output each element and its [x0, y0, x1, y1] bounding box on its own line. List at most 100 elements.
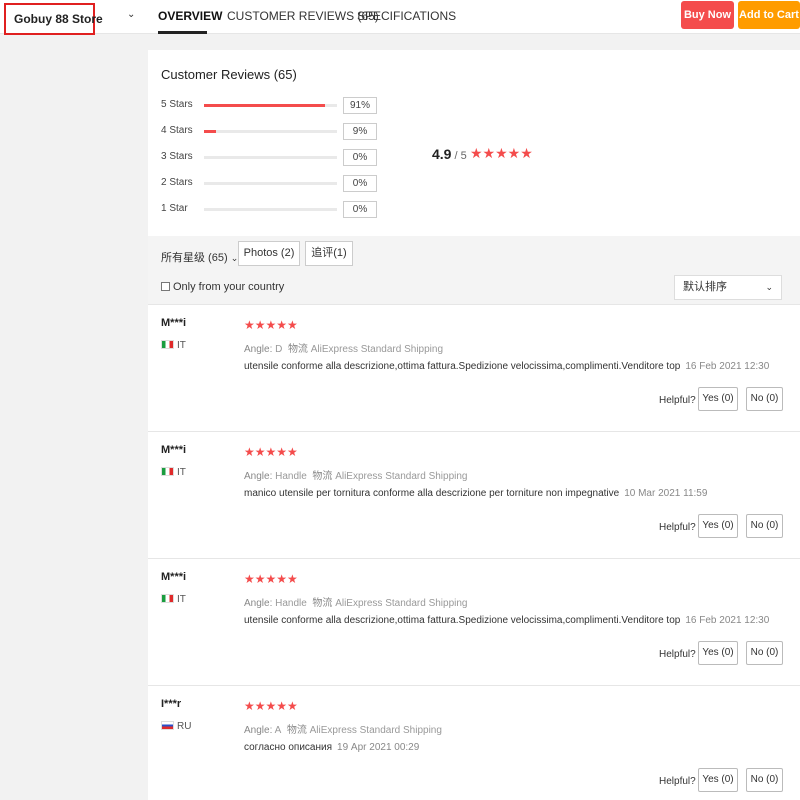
reviews-panel: Customer Reviews (65) 5 Stars 91% 4 Star… — [148, 50, 800, 800]
angle-key: Angle: — [244, 471, 273, 482]
review-text-line: utensile conforme alla descrizione,ottim… — [244, 361, 769, 372]
review-text: manico utensile per tornitura conforme a… — [244, 488, 620, 499]
rating-label: 2 Stars — [161, 177, 193, 188]
country-code: IT — [177, 340, 186, 351]
country-code: RU — [177, 721, 192, 732]
review-stars-icon: ★★★★★ — [244, 572, 298, 586]
helpful-label: Helpful? — [659, 522, 696, 533]
chevron-down-icon[interactable]: ⌄ — [127, 9, 135, 20]
tab-overview[interactable]: OVERVIEW — [158, 9, 222, 23]
score-value: 4.9 — [432, 146, 452, 162]
top-bar: Gobuy 88 Store ⌄ OVERVIEW CUSTOMER REVIE… — [0, 0, 800, 35]
shipping-value: AliExpress Standard Shipping — [310, 344, 444, 355]
reviewer-country: IT — [161, 594, 186, 605]
review-meta: Angle: D 物流 AliExpress Standard Shipping — [244, 340, 443, 355]
shipping-key: 物流 — [312, 598, 333, 609]
reviewer-name: M***i — [161, 317, 187, 329]
followup-filter-button[interactable]: 追评(1) — [305, 241, 353, 266]
shipping-value: AliExpress Standard Shipping — [335, 471, 468, 482]
angle-value: Handle — [275, 471, 307, 482]
rating-label: 3 Stars — [161, 151, 193, 162]
review-item: M***i IT ★★★★★ Angle: Handle 物流 AliExpre… — [148, 558, 800, 685]
rating-bar — [204, 104, 337, 107]
review-meta: Angle: Handle 物流 AliExpress Standard Shi… — [244, 594, 468, 609]
helpful-label: Helpful? — [659, 395, 696, 406]
reviewer-name: M***i — [161, 444, 187, 456]
review-meta: Angle: A 物流 AliExpress Standard Shipping — [244, 721, 442, 736]
buy-now-button[interactable]: Buy Now — [681, 1, 734, 29]
rating-bar — [204, 208, 337, 211]
sort-dropdown[interactable]: 默认排序 ⌄ — [674, 275, 782, 300]
review-text-line: согласно описания 19 Apr 2021 00:29 — [244, 742, 419, 753]
angle-key: Angle: — [244, 598, 273, 609]
review-text-line: utensile conforme alla descrizione,ottim… — [244, 615, 769, 626]
star-filter-dropdown[interactable]: 所有星级 (65) ⌄ — [161, 249, 238, 265]
review-text: согласно описания — [244, 742, 333, 753]
review-text: utensile conforme alla descrizione,ottim… — [244, 615, 681, 626]
sort-label: 默认排序 — [683, 281, 727, 293]
review-date: 16 Feb 2021 12:30 — [685, 615, 770, 626]
helpful-yes-button[interactable]: Yes (0) — [698, 387, 738, 411]
italy-flag-icon — [161, 594, 174, 603]
reviews-title: Customer Reviews (65) — [161, 67, 297, 82]
filter-bar: 所有星级 (65) ⌄ Photos (2) 追评(1) Only from y… — [148, 236, 800, 304]
rating-percent: 91% — [343, 97, 377, 114]
review-item: M***i IT ★★★★★ Angle: Handle 物流 AliExpre… — [148, 431, 800, 558]
review-item: M***i IT ★★★★★ Angle: D 物流 AliExpress St… — [148, 304, 800, 431]
rating-bar — [204, 156, 337, 159]
shipping-key: 物流 — [286, 725, 307, 736]
helpful-yes-button[interactable]: Yes (0) — [698, 641, 738, 665]
rating-percent: 0% — [343, 149, 377, 166]
angle-key: Angle: — [244, 725, 273, 736]
helpful-no-button[interactable]: No (0) — [746, 387, 783, 411]
angle-value: D — [275, 344, 283, 355]
rating-bar — [204, 182, 337, 185]
shipping-value: AliExpress Standard Shipping — [309, 725, 442, 736]
store-name[interactable]: Gobuy 88 Store — [4, 3, 103, 35]
helpful-no-button[interactable]: No (0) — [746, 514, 783, 538]
review-text-line: manico utensile per tornitura conforme a… — [244, 488, 707, 499]
review-date: 10 Mar 2021 11:59 — [624, 488, 708, 499]
helpful-no-button[interactable]: No (0) — [746, 768, 783, 792]
shipping-key: 物流 — [312, 471, 333, 482]
rating-label: 4 Stars — [161, 125, 193, 136]
score-max: / 5 — [451, 150, 467, 162]
photos-filter-button[interactable]: Photos (2) — [238, 241, 300, 266]
active-tab-indicator — [158, 31, 207, 34]
rating-bar — [204, 130, 337, 133]
country-code: IT — [177, 594, 186, 605]
tab-specifications[interactable]: SPECIFICATIONS — [357, 9, 456, 23]
reviewer-name: I***r — [161, 698, 182, 710]
angle-value: Handle — [275, 598, 307, 609]
reviewer-name: M***i — [161, 571, 187, 583]
review-stars-icon: ★★★★★ — [244, 445, 298, 459]
review-item: I***r RU ★★★★★ Angle: A 物流 AliExpress St… — [148, 685, 800, 800]
rating-bar-fill — [204, 130, 216, 133]
helpful-yes-button[interactable]: Yes (0) — [698, 514, 738, 538]
helpful-yes-button[interactable]: Yes (0) — [698, 768, 738, 792]
checkbox-icon[interactable] — [161, 282, 170, 291]
reviewer-country: RU — [161, 721, 191, 732]
review-date: 16 Feb 2021 12:30 — [685, 361, 770, 372]
only-country-label: Only from your country — [173, 281, 285, 293]
average-score: 4.9 / 5 — [432, 146, 467, 162]
only-country-checkbox[interactable]: Only from your country — [161, 281, 284, 293]
review-date: 19 Apr 2021 00:29 — [337, 742, 420, 753]
reviewer-country: IT — [161, 340, 186, 351]
rating-bar-fill — [204, 104, 326, 107]
review-stars-icon: ★★★★★ — [244, 318, 298, 332]
add-to-cart-button[interactable]: Add to Cart — [738, 1, 800, 29]
rating-percent: 9% — [343, 123, 377, 140]
review-meta: Angle: Handle 物流 AliExpress Standard Shi… — [244, 467, 468, 482]
shipping-key: 物流 — [287, 344, 308, 355]
rating-label: 5 Stars — [161, 99, 193, 110]
star-filter-label: 所有星级 (65) — [161, 252, 228, 264]
review-text: utensile conforme alla descrizione,ottim… — [244, 361, 681, 372]
reviewer-country: IT — [161, 467, 186, 478]
shipping-value: AliExpress Standard Shipping — [335, 598, 468, 609]
helpful-label: Helpful? — [659, 649, 696, 660]
rating-label: 1 Star — [161, 203, 188, 214]
angle-key: Angle: — [244, 344, 273, 355]
helpful-no-button[interactable]: No (0) — [746, 641, 783, 665]
angle-value: A — [274, 725, 282, 736]
